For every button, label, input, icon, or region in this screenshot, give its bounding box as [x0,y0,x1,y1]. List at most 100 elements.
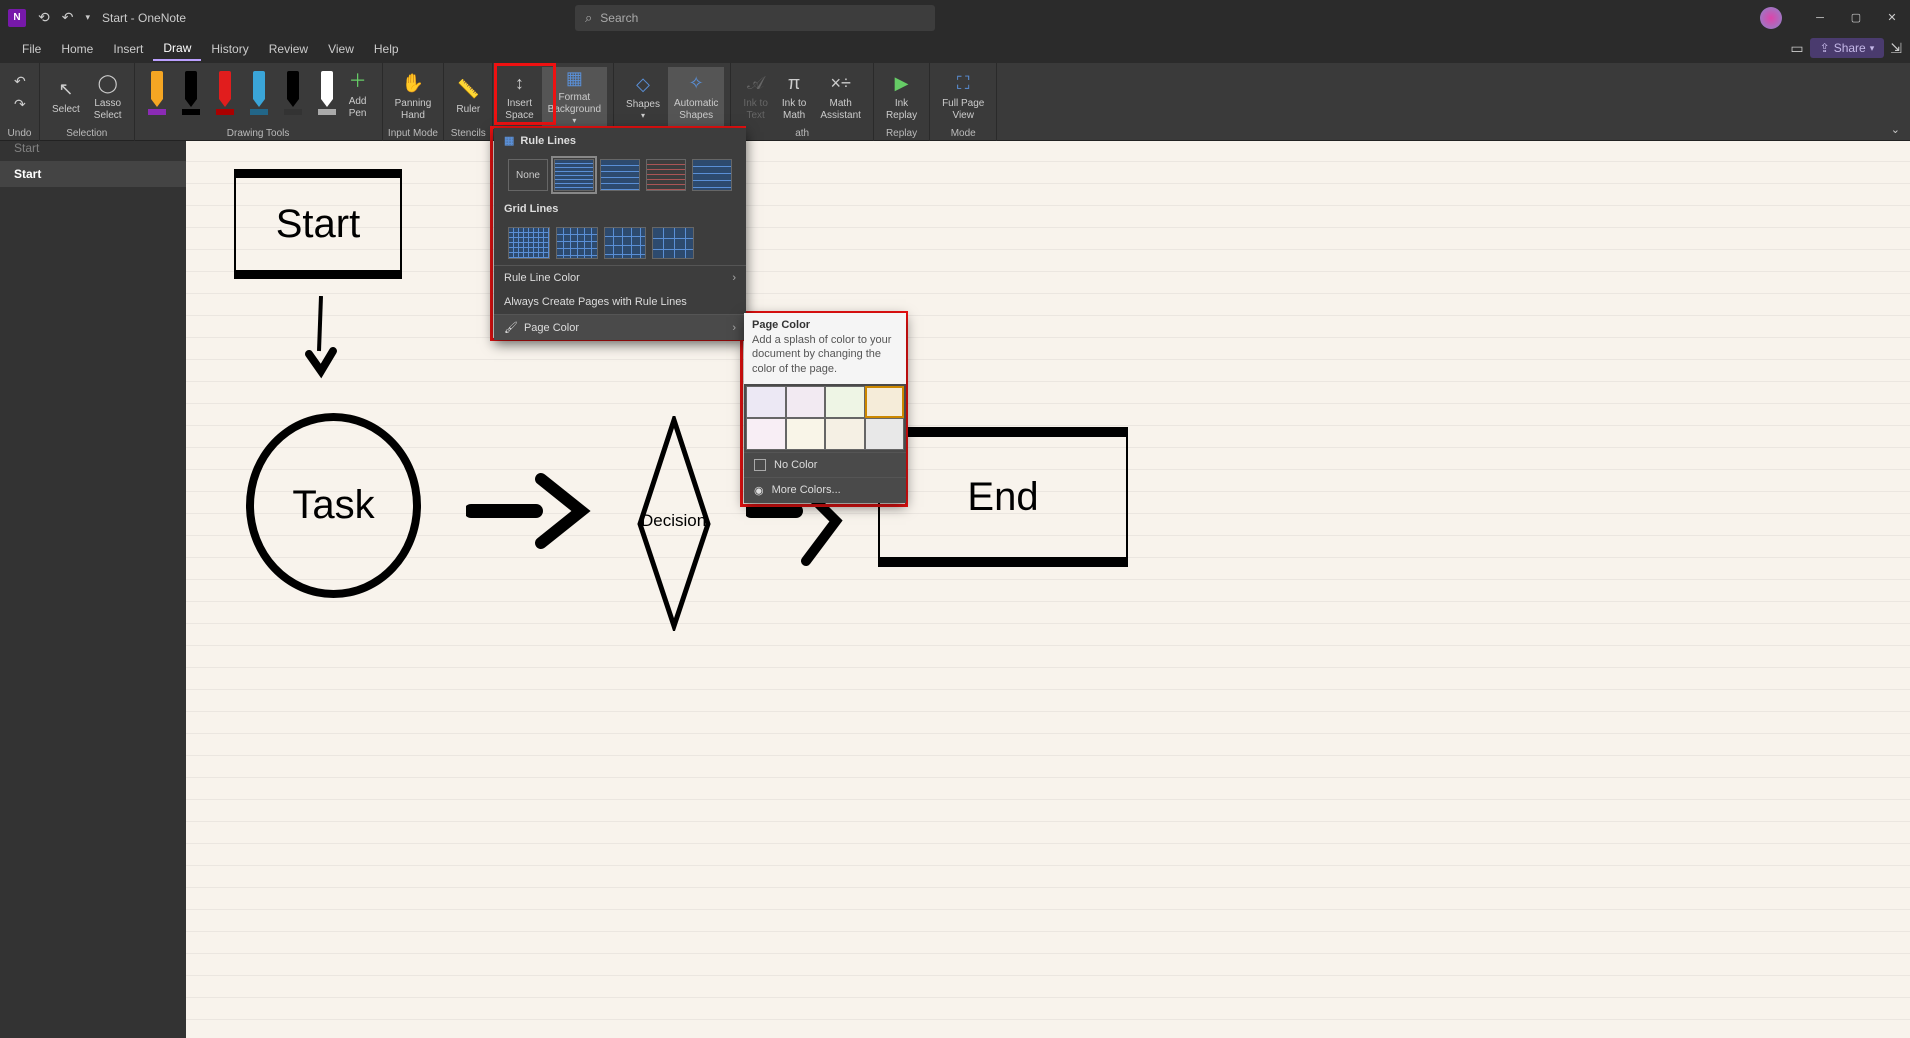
grid-lines-option[interactable] [604,227,646,259]
tab-view[interactable]: View [318,38,364,60]
tab-home[interactable]: Home [51,38,103,60]
flowchart-start-label: Start [276,202,360,247]
document-title: Start - OneNote [102,11,186,25]
collapse-ribbon-icon[interactable]: ⌄ [1891,123,1900,136]
maximize-button[interactable]: ▢ [1838,0,1874,35]
cursor-icon: ↖ [58,78,73,102]
page-color-swatch[interactable] [746,418,786,450]
page-color-description: Add a splash of color to your document b… [744,333,906,384]
qat-customize[interactable]: ▾ [85,12,90,23]
page-color-icon: 🖌 [504,321,518,334]
search-input[interactable]: ⌕ Search [575,5,935,31]
lasso-select-button[interactable]: ◯Lasso Select [88,67,128,127]
page-canvas[interactable]: Start Task Decision End [186,141,1910,1038]
add-pen-button[interactable]: ＋Add Pen [340,67,376,123]
lasso-icon: ◯ [98,72,118,96]
rule-lines-option[interactable] [600,159,640,191]
page-color-item[interactable]: 🖌 Page Color › [494,314,746,340]
pen-tool[interactable] [279,71,307,115]
more-colors-item[interactable]: ◉ More Colors... [744,477,906,503]
flowchart-decision-label: Decision [641,511,706,531]
rule-lines-none[interactable]: None [508,159,548,191]
ink-to-math-button[interactable]: πInk to Math [776,67,812,127]
rule-lines-header: ▦ Rule Lines [494,128,746,153]
tab-help[interactable]: Help [364,38,409,60]
pen-tool[interactable] [245,71,273,115]
select-button[interactable]: ↖Select [46,67,86,127]
ink-text-icon: 𝒜 [747,72,764,96]
comments-icon[interactable]: ▭ [1790,40,1803,57]
page-color-swatch[interactable] [825,418,865,450]
tab-history[interactable]: History [201,38,258,60]
sidebar-item[interactable]: Start [0,161,186,187]
rule-line-color-item[interactable]: Rule Line Color› [494,265,746,290]
ink-replay-button[interactable]: ▶Ink Replay [880,67,923,127]
chevron-right-icon: › [732,272,736,284]
plus-icon: ＋ [349,70,367,94]
tab-review[interactable]: Review [259,38,318,60]
shapes-button[interactable]: ◇Shapes▾ [620,67,666,127]
ribbon: ↶ ↷ Undo ↖Select ◯Lasso Select Selection… [0,63,1910,141]
redo-icon[interactable]: ↷ [10,94,29,115]
full-page-view-button[interactable]: ⛶Full Page View [936,67,990,127]
share-button[interactable]: ⇪ Share ▾ [1810,38,1885,58]
flowchart-task-circle[interactable]: Task [246,413,421,598]
page-color-swatch[interactable] [865,418,905,450]
no-color-item[interactable]: No Color [744,452,906,477]
flowchart-end-box[interactable]: End [878,427,1128,567]
page-color-flyout: Page Color Add a splash of color to your… [744,313,906,503]
shapes-icon: ◇ [636,73,650,97]
math-assistant-button[interactable]: ×÷Math Assistant [814,67,867,127]
group-undo: Undo [0,128,39,139]
pen-tool[interactable] [177,71,205,115]
onenote-app-icon: N [8,9,26,27]
grid-lines-option[interactable] [652,227,694,259]
group-drawing: Drawing Tools [135,128,382,139]
close-button[interactable]: ✕ [1874,0,1910,35]
rule-lines-icon: ▦ [504,134,514,147]
pen-tool[interactable] [211,71,239,115]
automatic-shapes-button[interactable]: ✧Automatic Shapes [668,67,724,127]
flowchart-start-box[interactable]: Start [234,169,402,279]
rule-lines-option[interactable] [692,159,732,191]
page-color-swatch[interactable] [786,386,826,418]
always-create-rule-lines-item[interactable]: Always Create Pages with Rule Lines [494,290,746,314]
ink-to-text-button: 𝒜Ink to Text [737,67,773,127]
rule-lines-option[interactable] [554,159,594,191]
page-color-swatch[interactable] [865,386,905,418]
page-color-swatch[interactable] [786,418,826,450]
tab-draw[interactable]: Draw [153,37,201,61]
grid-lines-option[interactable] [556,227,598,259]
grid-lines-option[interactable] [508,227,550,259]
auto-shapes-icon: ✧ [689,72,704,96]
undo-button[interactable]: ↶ [58,7,78,28]
back-button[interactable]: ⟲ [34,7,54,28]
share-icon: ⇪ [1820,41,1830,55]
flowchart-task-label: Task [292,483,374,528]
search-icon: ⌕ [585,10,592,26]
pen-tool[interactable] [143,71,171,115]
replay-icon: ▶ [895,72,909,96]
fullpage-icon: ⛶ [957,72,970,96]
page-color-swatch[interactable] [825,386,865,418]
undo-icon[interactable]: ↶ [10,71,29,92]
group-replay: Replay [874,128,929,139]
pen-tool[interactable] [313,71,341,115]
ruler-icon: 📏 [457,78,479,102]
group-ath: ath [731,128,873,139]
rule-lines-option[interactable] [646,159,686,191]
panning-hand-button[interactable]: ✋Panning Hand [389,67,438,127]
sidebar-item[interactable]: Start [0,141,186,161]
tab-file[interactable]: File [12,38,51,60]
page-color-swatch[interactable] [746,386,786,418]
ribbon-mode-icon[interactable]: ⇲ [1890,40,1902,57]
color-wheel-icon: ◉ [754,484,764,497]
tab-insert[interactable]: Insert [103,38,153,60]
minimize-button[interactable]: ─ [1802,0,1838,35]
ink-math-icon: π [788,72,800,96]
hand-icon: ✋ [402,72,424,96]
math-assist-icon: ×÷ [830,72,850,96]
user-avatar[interactable] [1760,7,1782,29]
ruler-button[interactable]: 📏Ruler [450,67,486,127]
chevron-right-icon: › [732,322,736,334]
